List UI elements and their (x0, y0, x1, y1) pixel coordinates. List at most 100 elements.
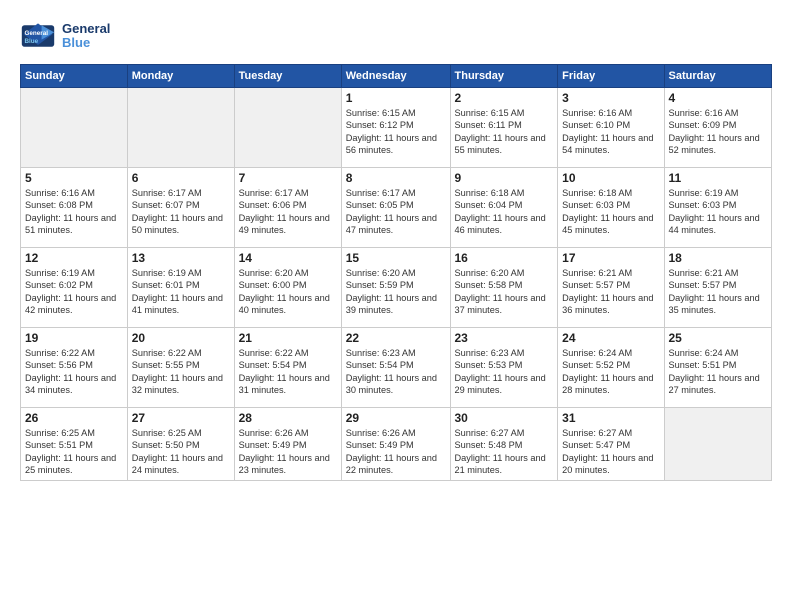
day-number: 30 (455, 411, 554, 425)
week-row-4: 19Sunrise: 6:22 AMSunset: 5:56 PMDayligh… (21, 328, 772, 408)
sunrise-label: Sunrise: 6:16 AM (25, 188, 95, 198)
day-cell-3: 3Sunrise: 6:16 AMSunset: 6:10 PMDaylight… (558, 88, 664, 168)
sunrise-label: Sunrise: 6:17 AM (346, 188, 416, 198)
day-number: 27 (132, 411, 230, 425)
day-number: 31 (562, 411, 659, 425)
daylight-label: Daylight: 11 hours and 28 minutes. (562, 373, 653, 395)
weekday-header-saturday: Saturday (664, 65, 772, 88)
sunrise-label: Sunrise: 6:17 AM (239, 188, 309, 198)
day-cell-16: 16 Sunrise: 6:20 AMSunset: 5:58 PMDayligh… (450, 248, 558, 328)
sunset-label: Sunset: 5:51 PM (25, 440, 93, 450)
daylight-label: Daylight: 11 hours and 56 minutes. (346, 133, 437, 155)
week-row-5: 26Sunrise: 6:25 AMSunset: 5:51 PMDayligh… (21, 408, 772, 481)
calendar-table: SundayMondayTuesdayWednesdayThursdayFrid… (20, 64, 772, 481)
sunrise-label: Sunrise: 6:23 AM (346, 348, 416, 358)
day-number: 17 (562, 251, 659, 265)
day-info: Sunrise: 6:22 AMSunset: 5:54 PMDaylight:… (239, 347, 337, 397)
day-info: Sunrise: 6:17 AMSunset: 6:05 PMDaylight:… (346, 187, 446, 237)
day-number: 22 (346, 331, 446, 345)
sunrise-label: Sunrise: 6:22 AM (25, 348, 95, 358)
sunrise-label: Sunrise: 6:16 AM (669, 108, 739, 118)
sunset-label: Sunset: 5:54 PM (239, 360, 307, 370)
day-number: 11 (669, 171, 768, 185)
day-cell-11: 11 Sunrise: 6:19 AMSunset: 6:03 PMDayligh… (664, 168, 772, 248)
day-info: Sunrise: 6:16 AMSunset: 6:09 PMDaylight:… (669, 107, 768, 157)
sunrise-label: Sunrise: 6:18 AM (562, 188, 632, 198)
day-info: Sunrise: 6:20 AMSunset: 6:00 PMDaylight:… (239, 267, 337, 317)
sunset-label: Sunset: 5:58 PM (455, 280, 523, 290)
day-cell-6: 6 Sunrise: 6:17 AMSunset: 6:07 PMDaylight… (127, 168, 234, 248)
sunrise-label: Sunrise: 6:25 AM (25, 428, 95, 438)
sunrise-label: Sunrise: 6:15 AM (346, 108, 416, 118)
daylight-label: Daylight: 11 hours and 51 minutes. (25, 213, 116, 235)
logo-text-general: General (62, 22, 110, 36)
sunrise-label: Sunrise: 6:27 AM (562, 428, 632, 438)
daylight-label: Daylight: 11 hours and 52 minutes. (669, 133, 760, 155)
sunrise-label: Sunrise: 6:27 AM (455, 428, 525, 438)
daylight-label: Daylight: 11 hours and 39 minutes. (346, 293, 437, 315)
sunrise-label: Sunrise: 6:16 AM (562, 108, 632, 118)
day-number: 13 (132, 251, 230, 265)
sunset-label: Sunset: 5:47 PM (562, 440, 630, 450)
day-cell-2: 2Sunrise: 6:15 AMSunset: 6:11 PMDaylight… (450, 88, 558, 168)
day-cell-9: 9Sunrise: 6:18 AMSunset: 6:04 PMDaylight… (450, 168, 558, 248)
day-cell-26: 26Sunrise: 6:25 AMSunset: 5:51 PMDayligh… (21, 408, 128, 481)
day-number: 1 (346, 91, 446, 105)
day-number: 6 (132, 171, 230, 185)
daylight-label: Daylight: 11 hours and 49 minutes. (239, 213, 330, 235)
sunset-label: Sunset: 6:12 PM (346, 120, 414, 130)
day-number: 3 (562, 91, 659, 105)
day-info: Sunrise: 6:27 AMSunset: 5:48 PMDaylight:… (455, 427, 554, 477)
day-cell-20: 20Sunrise: 6:22 AMSunset: 5:55 PMDayligh… (127, 328, 234, 408)
day-info: Sunrise: 6:20 AMSunset: 5:58 PMDaylight:… (455, 267, 554, 317)
sunrise-label: Sunrise: 6:23 AM (455, 348, 525, 358)
day-number: 19 (25, 331, 123, 345)
day-number: 24 (562, 331, 659, 345)
sunrise-label: Sunrise: 6:24 AM (562, 348, 632, 358)
sunrise-label: Sunrise: 6:21 AM (669, 268, 739, 278)
day-cell-28: 28Sunrise: 6:26 AMSunset: 5:49 PMDayligh… (234, 408, 341, 481)
sunset-label: Sunset: 5:55 PM (132, 360, 200, 370)
sunset-label: Sunset: 6:11 PM (455, 120, 522, 130)
sunset-label: Sunset: 5:57 PM (562, 280, 630, 290)
sunset-label: Sunset: 5:50 PM (132, 440, 200, 450)
sunset-label: Sunset: 6:08 PM (25, 200, 93, 210)
sunrise-label: Sunrise: 6:19 AM (25, 268, 95, 278)
day-number: 29 (346, 411, 446, 425)
week-row-3: 12 Sunrise: 6:19 AMSunset: 6:02 PMDayligh… (21, 248, 772, 328)
day-number: 12 (25, 251, 123, 265)
day-number: 16 (455, 251, 554, 265)
sunset-label: Sunset: 6:03 PM (562, 200, 630, 210)
sunset-label: Sunset: 5:51 PM (669, 360, 737, 370)
day-info: Sunrise: 6:17 AMSunset: 6:07 PMDaylight:… (132, 187, 230, 237)
day-cell-14: 14 Sunrise: 6:20 AMSunset: 6:00 PMDayligh… (234, 248, 341, 328)
logo-text-blue: Blue (62, 36, 110, 50)
daylight-label: Daylight: 11 hours and 29 minutes. (455, 373, 546, 395)
day-info: Sunrise: 6:25 AMSunset: 5:50 PMDaylight:… (132, 427, 230, 477)
day-cell-1: 1 Sunrise: 6:15 AM Sunset: 6:12 PM Daylight… (341, 88, 450, 168)
weekday-header-wednesday: Wednesday (341, 65, 450, 88)
day-cell-24: 24Sunrise: 6:24 AMSunset: 5:52 PMDayligh… (558, 328, 664, 408)
sunrise-label: Sunrise: 6:26 AM (346, 428, 416, 438)
day-info: Sunrise: 6:18 AMSunset: 6:03 PMDaylight:… (562, 187, 659, 237)
daylight-label: Daylight: 11 hours and 35 minutes. (669, 293, 760, 315)
sunrise-label: Sunrise: 6:21 AM (562, 268, 632, 278)
daylight-label: Daylight: 11 hours and 40 minutes. (239, 293, 330, 315)
day-cell-29: 29Sunrise: 6:26 AMSunset: 5:49 PMDayligh… (341, 408, 450, 481)
day-number: 14 (239, 251, 337, 265)
daylight-label: Daylight: 11 hours and 36 minutes. (562, 293, 653, 315)
sunset-label: Sunset: 5:53 PM (455, 360, 523, 370)
daylight-label: Daylight: 11 hours and 44 minutes. (669, 213, 760, 235)
day-info: Sunrise: 6:19 AMSunset: 6:03 PMDaylight:… (669, 187, 768, 237)
day-info: Sunrise: 6:26 AMSunset: 5:49 PMDaylight:… (239, 427, 337, 477)
daylight-label: Daylight: 11 hours and 32 minutes. (132, 373, 223, 395)
sunset-label: Sunset: 6:07 PM (132, 200, 200, 210)
daylight-label: Daylight: 11 hours and 23 minutes. (239, 453, 330, 475)
sunrise-label: Sunrise: 6:19 AM (132, 268, 202, 278)
sunrise-label: Sunrise: 6:15 AM (455, 108, 525, 118)
daylight-label: Daylight: 11 hours and 34 minutes. (25, 373, 116, 395)
day-info: Sunrise: 6:24 AMSunset: 5:51 PMDaylight:… (669, 347, 768, 397)
day-info: Sunrise: 6:27 AMSunset: 5:47 PMDaylight:… (562, 427, 659, 477)
day-info: Sunrise: 6:19 AMSunset: 6:02 PMDaylight:… (25, 267, 123, 317)
day-cell-19: 19Sunrise: 6:22 AMSunset: 5:56 PMDayligh… (21, 328, 128, 408)
